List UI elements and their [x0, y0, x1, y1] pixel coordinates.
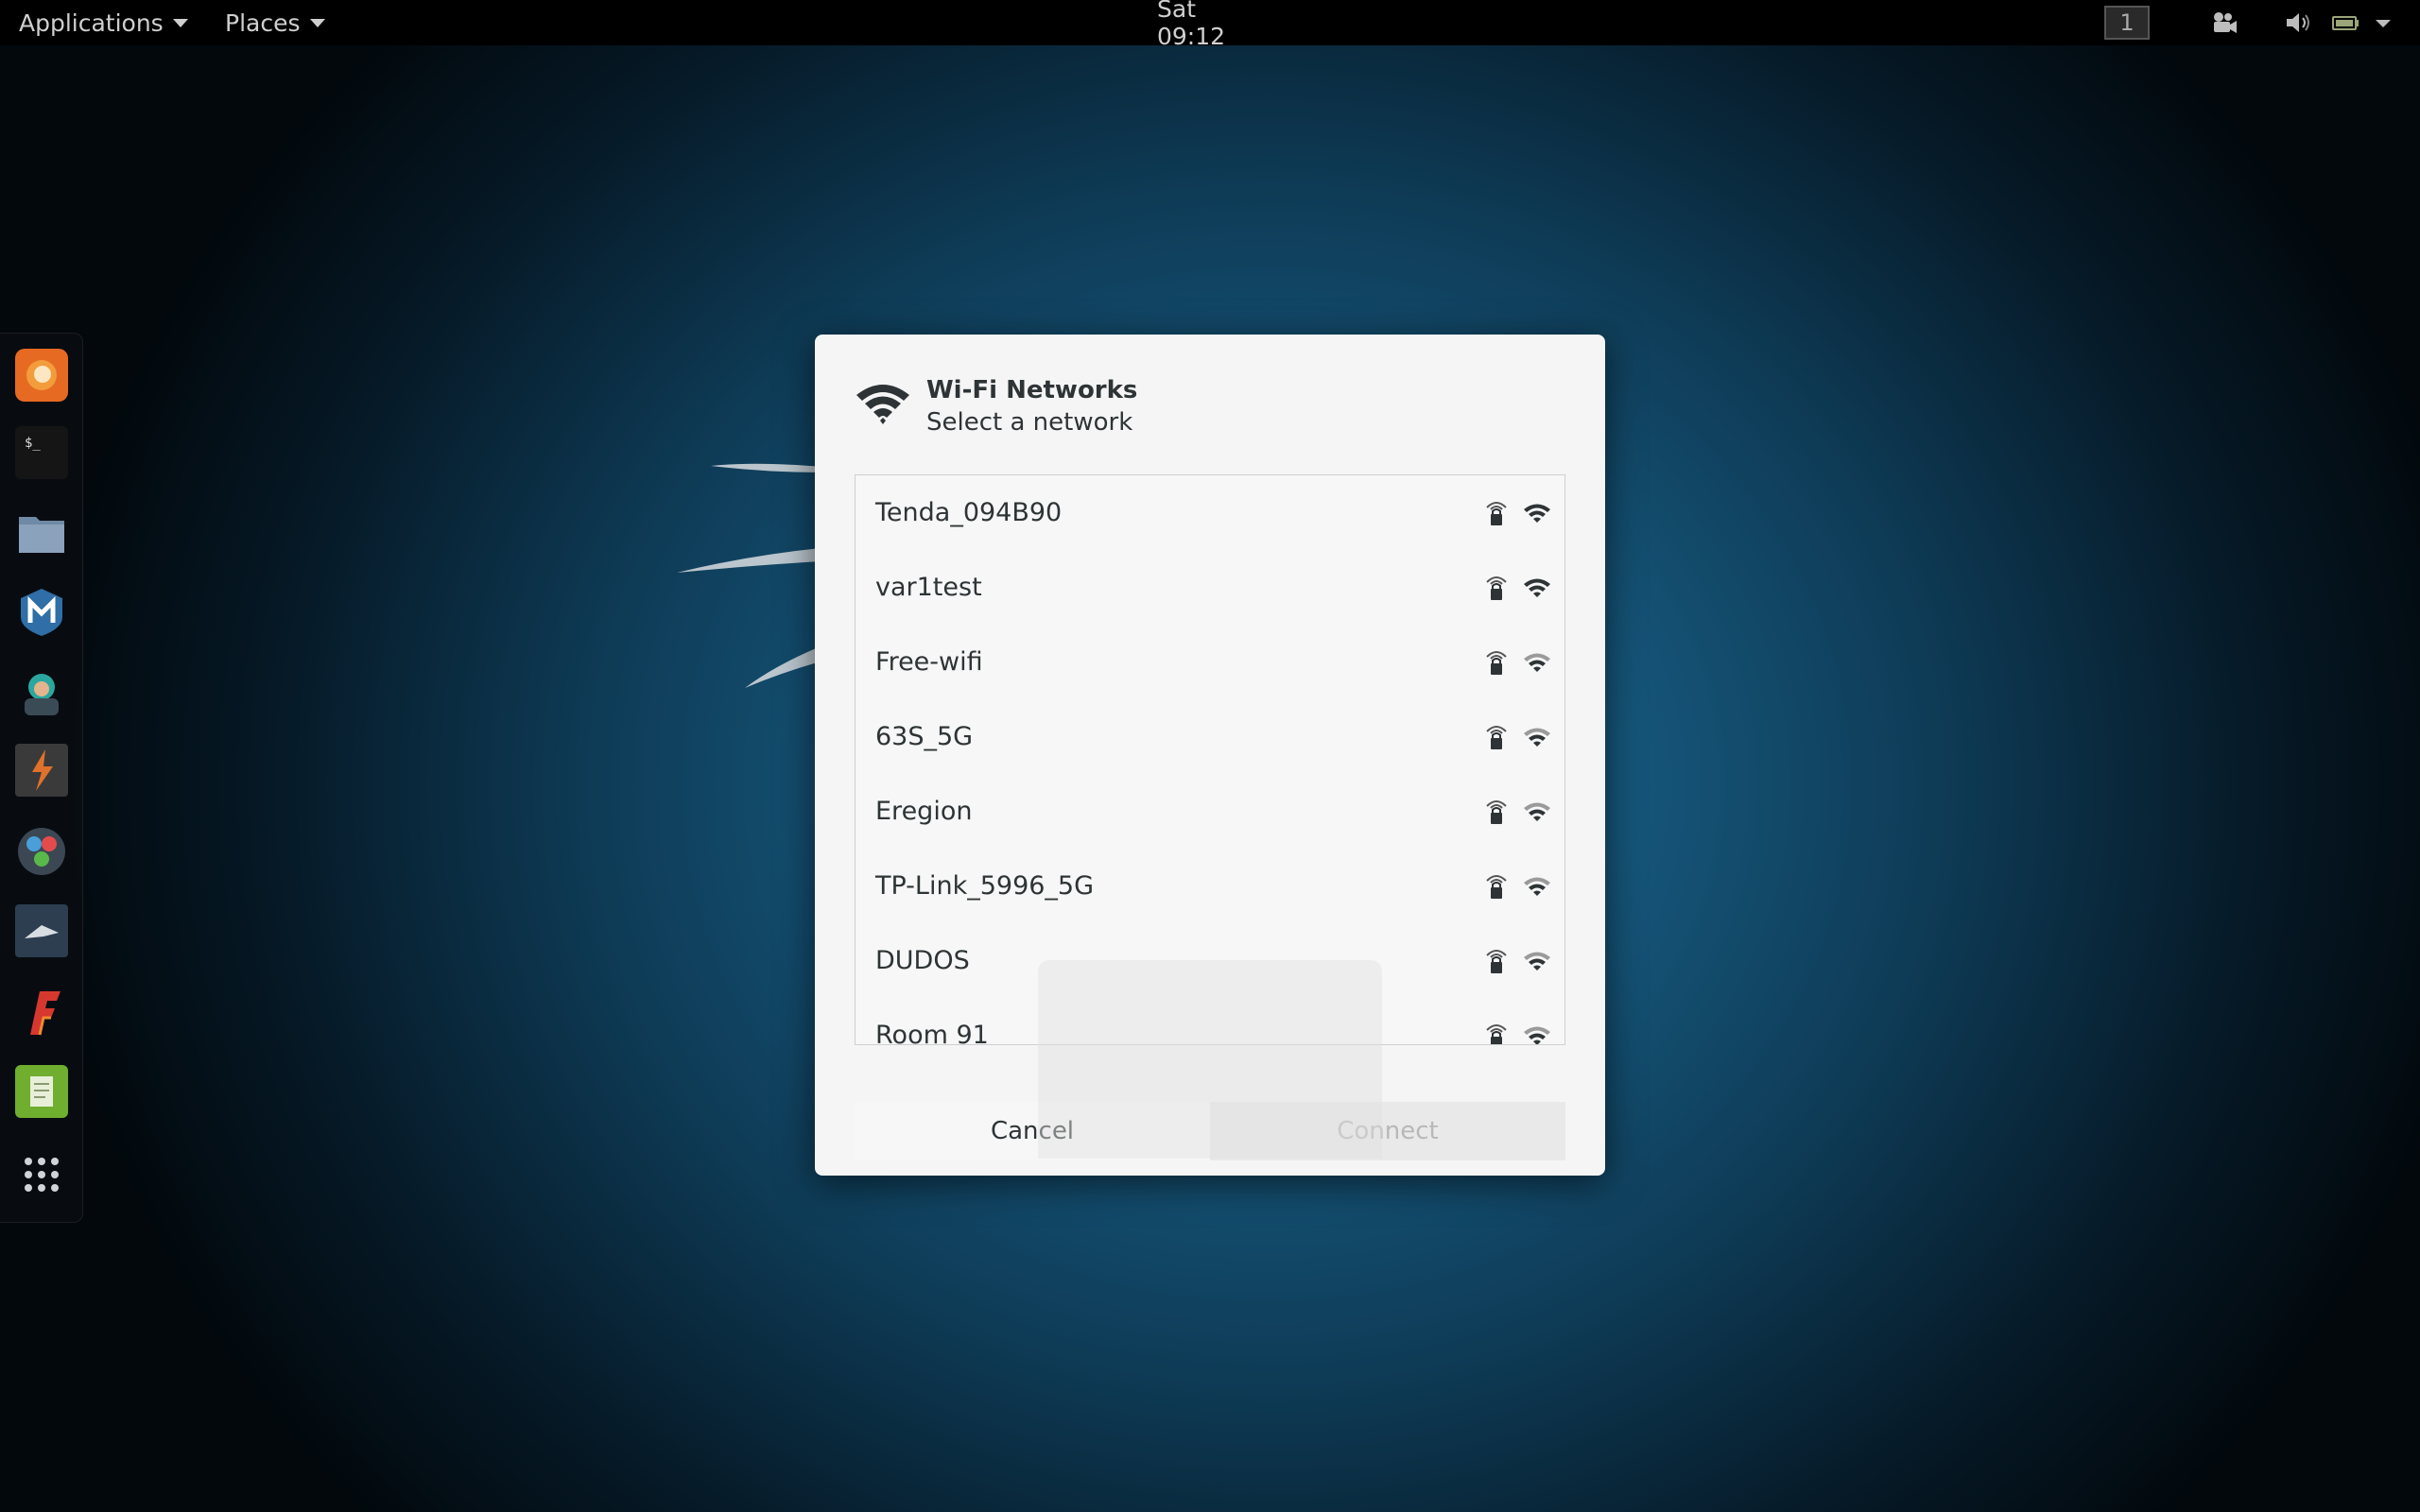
secured-lock-icon	[1486, 725, 1507, 749]
secured-lock-icon	[1486, 501, 1507, 525]
signal-strength-icon	[1524, 728, 1550, 747]
dialog-subtitle: Select a network	[926, 408, 1133, 437]
show-apps-icon[interactable]	[15, 1148, 68, 1201]
signal-strength-icon	[1524, 578, 1550, 597]
signal-strength-icon	[1524, 504, 1550, 523]
network-row[interactable]: Eregion	[856, 774, 1564, 849]
beef-icon[interactable]	[15, 904, 68, 957]
signal-strength-icon	[1524, 1026, 1550, 1044]
video-camera-icon[interactable]	[2210, 9, 2238, 36]
places-menu[interactable]: Places	[225, 0, 325, 45]
leafpad-icon[interactable]	[15, 1065, 68, 1118]
chevron-down-icon	[172, 18, 188, 27]
network-row[interactable]: var1test	[856, 550, 1564, 625]
signal-strength-icon	[1524, 877, 1550, 896]
signal-strength-icon	[1524, 653, 1550, 672]
workspace-indicator[interactable]: 1	[2104, 6, 2150, 40]
top-bar: Applications Places Sat 09:12 1	[0, 0, 2420, 50]
network-row[interactable]: Free-wifi	[856, 625, 1564, 699]
network-ssid: 63S_5G	[875, 722, 974, 751]
network-ssid: Eregion	[875, 797, 973, 826]
signal-strength-icon	[1524, 802, 1550, 821]
maltego-icon[interactable]	[15, 825, 68, 878]
volume-icon[interactable]	[2284, 9, 2312, 36]
chevron-down-icon	[309, 18, 325, 27]
firefox-icon[interactable]	[15, 349, 68, 402]
network-ssid: var1test	[875, 573, 982, 602]
network-row[interactable]: Tenda_094B90	[856, 475, 1564, 550]
clock[interactable]: Sat 09:12	[1157, 0, 1263, 50]
network-ssid: Tenda_094B90	[875, 498, 1063, 527]
terminal-icon[interactable]: $_	[15, 426, 68, 479]
files-icon[interactable]	[15, 507, 68, 560]
network-ssid: Room 91	[875, 1021, 989, 1045]
faraday-icon[interactable]	[15, 986, 68, 1039]
secured-lock-icon	[1486, 1023, 1507, 1044]
secured-lock-icon	[1486, 874, 1507, 899]
svg-text:$_: $_	[25, 436, 41, 451]
armitage-icon[interactable]	[15, 664, 68, 717]
network-row[interactable]: TP-Link_5996_5G	[856, 849, 1564, 923]
network-ssid: Free-wifi	[875, 647, 983, 677]
secured-lock-icon	[1486, 576, 1507, 600]
applications-menu[interactable]: Applications	[19, 0, 188, 45]
dropdown-ghost-overlay	[1038, 960, 1382, 1159]
places-menu-label: Places	[225, 9, 301, 37]
wifi-icon	[856, 385, 909, 424]
secured-lock-icon	[1486, 799, 1507, 824]
dock: $_	[0, 333, 83, 1223]
network-ssid: TP-Link_5996_5G	[875, 871, 1095, 901]
battery-icon[interactable]	[2331, 9, 2360, 36]
metasploit-icon[interactable]	[15, 585, 68, 638]
chevron-down-icon[interactable]	[2373, 9, 2394, 36]
secured-lock-icon	[1486, 650, 1507, 675]
secured-lock-icon	[1486, 949, 1507, 973]
burpsuite-icon[interactable]	[15, 744, 68, 797]
applications-menu-label: Applications	[19, 9, 164, 37]
network-row[interactable]: 63S_5G	[856, 699, 1564, 774]
dialog-title: Wi-Fi Networks	[926, 376, 1138, 404]
network-ssid: DUDOS	[875, 946, 970, 975]
signal-strength-icon	[1524, 952, 1550, 971]
